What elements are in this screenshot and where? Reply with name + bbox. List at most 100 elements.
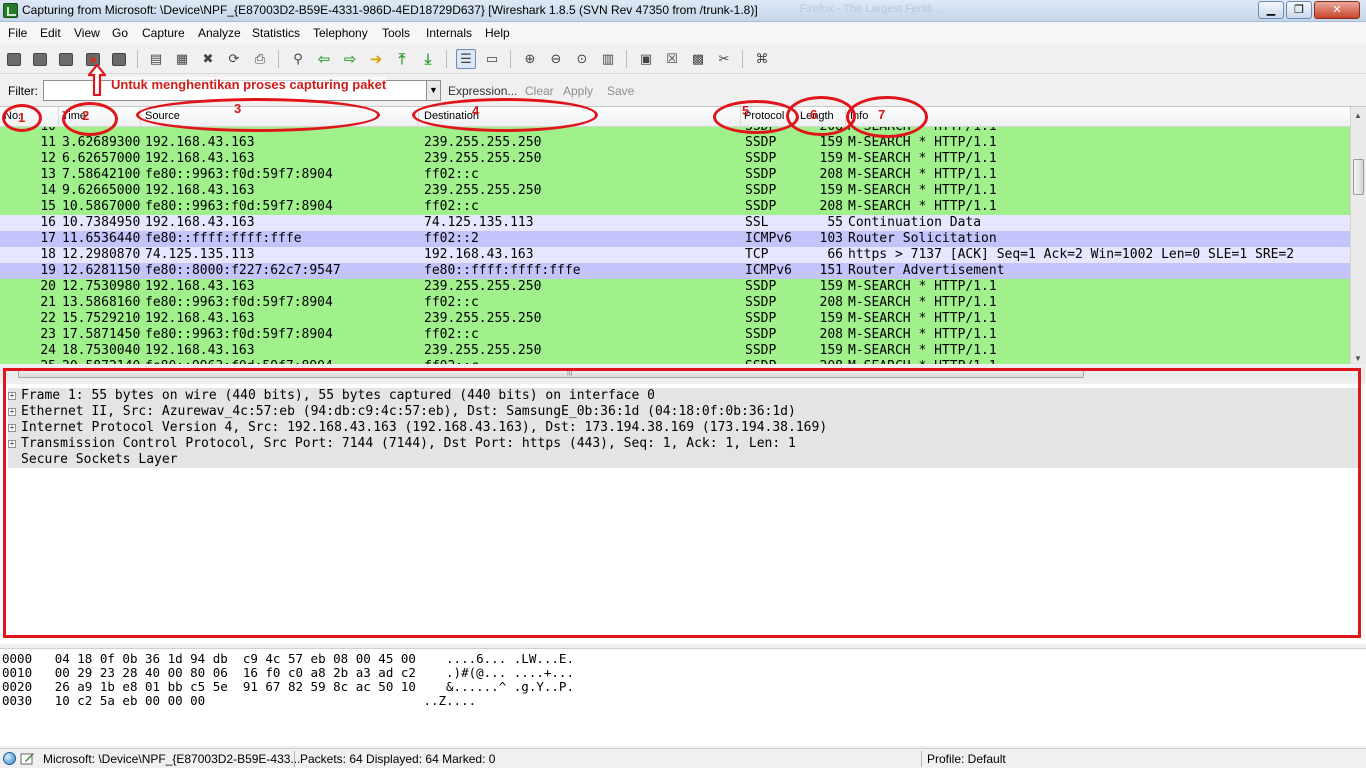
zoom-out-icon[interactable]: ⊖ [546, 49, 566, 69]
reload-icon[interactable]: ⟳ [224, 49, 244, 69]
packet-row[interactable]: 20 12.7530980 192.168.43.163 239.255.255.25… [0, 279, 1350, 295]
packet-source: 192.168.43.163 [145, 343, 255, 358]
go-last-icon[interactable]: ⤓ [418, 49, 438, 69]
menu-analyze[interactable]: Analyze [198, 26, 241, 40]
scroll-down-icon[interactable]: ▼ [1354, 354, 1362, 363]
packet-time: 13.5868160 [62, 295, 141, 310]
menu-file[interactable]: File [8, 26, 27, 40]
bytes-hex[interactable]: 00 29 23 28 40 00 80 06 16 f0 c0 a8 2b a… [55, 665, 416, 680]
menu-telephony[interactable]: Telephony [313, 26, 368, 40]
colorize-icon[interactable]: ☰ [456, 49, 476, 69]
start-capture-icon[interactable] [56, 49, 76, 69]
maximize-button[interactable]: ❐ [1286, 1, 1312, 19]
close-file-icon[interactable]: ✖ [198, 49, 218, 69]
packet-row[interactable]: 23 17.5871450 fe80::9963:f0d:59f7:8904 ff02… [0, 327, 1350, 343]
status-profile[interactable]: Profile: Default [927, 752, 1006, 766]
clear-button[interactable]: Clear [525, 84, 554, 98]
packet-row[interactable]: 15 10.5867000 fe80::9963:f0d:59f7:8904 ff02… [0, 199, 1350, 215]
packet-row[interactable]: 14 9.62665000 192.168.43.163 239.255.255.25… [0, 183, 1350, 199]
column-divider[interactable] [58, 107, 59, 127]
bytes-ascii[interactable]: &......^ .g.Y..P. [446, 679, 574, 694]
bytes-hex[interactable]: 26 a9 1b e8 01 bb c5 5e 91 67 82 59 8c a… [55, 679, 416, 694]
expression-button[interactable]: Expression... [448, 84, 517, 98]
restart-capture-icon[interactable] [109, 49, 129, 69]
scrollbar-thumb[interactable] [1353, 159, 1364, 195]
coloring-rules-icon[interactable]: ▩ [688, 49, 708, 69]
preferences-icon[interactable]: ✂ [714, 49, 734, 69]
packet-row[interactable]: 25 20.5872140 fe80::9963:f0d:59f7:8904 ff02… [0, 359, 1350, 364]
options-icon[interactable] [30, 49, 50, 69]
capture-filters-icon[interactable]: ▣ [636, 49, 656, 69]
packet-info: M-SEARCH * HTTP/1.1 [848, 199, 997, 214]
save-filter-button[interactable]: Save [607, 84, 634, 98]
bytes-ascii[interactable]: ..Z.... [423, 693, 476, 708]
packet-row[interactable]: 19 12.6281150 fe80::8000:f227:62c7:9547 fe8… [0, 263, 1350, 279]
go-back-icon[interactable]: ⇦ [314, 49, 334, 69]
menu-tools[interactable]: Tools [382, 26, 410, 40]
packet-protocol: SSDP [745, 295, 777, 310]
go-forward-icon[interactable]: ⇨ [340, 49, 360, 69]
menu-internals[interactable]: Internals [426, 26, 472, 40]
scroll-up-icon[interactable]: ▲ [1354, 111, 1362, 120]
annotation-number-7: 7 [878, 107, 886, 122]
annotation-number-4: 4 [472, 103, 480, 118]
capture-comment-icon[interactable] [20, 752, 35, 765]
packet-length: 159 [819, 279, 843, 294]
packet-row[interactable]: 21 13.5868160 fe80::9963:f0d:59f7:8904 ff02… [0, 295, 1350, 311]
menu-statistics[interactable]: Statistics [252, 26, 300, 40]
packet-row[interactable]: 16 10.7384950 192.168.43.163 74.125.135.113… [0, 215, 1350, 231]
packet-row[interactable]: 11 3.62689300 192.168.43.163 239.255.255.25… [0, 135, 1350, 151]
display-filters-icon[interactable]: ☒ [662, 49, 682, 69]
annotation-number-2: 2 [82, 108, 90, 123]
zoom-in-icon[interactable]: ⊕ [520, 49, 540, 69]
packet-row[interactable]: 13 7.58642100 fe80::9963:f0d:59f7:8904 ff02… [0, 167, 1350, 183]
packet-row[interactable]: 24 18.7530040 192.168.43.163 239.255.255.25… [0, 343, 1350, 359]
go-first-icon[interactable]: ⤒ [392, 49, 412, 69]
go-to-packet-icon[interactable]: ➜ [366, 49, 386, 69]
save-icon[interactable]: ▦ [172, 49, 192, 69]
annotation-number-6: 6 [810, 107, 818, 122]
menu-capture[interactable]: Capture [142, 26, 185, 40]
menu-go[interactable]: Go [112, 26, 128, 40]
packet-info: M-SEARCH * HTTP/1.1 [848, 151, 997, 166]
bytes-hex[interactable]: 04 18 0f 0b 36 1d 94 db c9 4c 57 eb 08 0… [55, 651, 416, 666]
resize-columns-icon[interactable]: ▥ [598, 49, 618, 69]
packet-time: 10.5867000 [62, 199, 141, 214]
packet-length: 208 [819, 327, 843, 342]
packet-bytes-pane[interactable]: 0000 04 18 0f 0b 36 1d 94 db c9 4c 57 eb… [0, 648, 1366, 746]
packet-protocol: ICMPv6 [745, 263, 792, 278]
autoscroll-icon[interactable]: ▭ [482, 49, 502, 69]
help-icon[interactable]: ⌘ [752, 49, 772, 69]
annotation-arrow-icon [88, 64, 106, 96]
open-icon[interactable]: ▤ [146, 49, 166, 69]
menu-view[interactable]: View [74, 26, 100, 40]
packet-list-scrollbar[interactable]: ▲ ▼ [1350, 107, 1366, 364]
filter-dropdown-button[interactable]: ▼ [426, 80, 441, 101]
packet-time: 9.62665000 [62, 183, 141, 198]
minimize-button[interactable]: ▁ [1258, 1, 1284, 19]
interfaces-icon[interactable] [4, 49, 24, 69]
packet-row[interactable]: 17 11.6536440 fe80::ffff:ffff:fffe ff02::2 I… [0, 231, 1350, 247]
expert-info-icon[interactable] [3, 752, 16, 765]
bytes-hex[interactable]: 10 c2 5a eb 00 00 00 [55, 693, 206, 708]
apply-button[interactable]: Apply [563, 84, 593, 98]
close-window-button[interactable]: ✕ [1314, 1, 1360, 19]
menu-help[interactable]: Help [485, 26, 510, 40]
packet-row[interactable]: 22 15.7529210 192.168.43.163 239.255.255.25… [0, 311, 1350, 327]
packet-destination: 239.255.255.250 [424, 151, 542, 166]
bytes-ascii[interactable]: .)#(@... ....+... [446, 665, 574, 680]
menu-edit[interactable]: Edit [40, 26, 61, 40]
find-icon[interactable]: ⚲ [288, 49, 308, 69]
packet-list-pane[interactable]: 10SSDP208M-SEARCH * HTTP/1.1113.62689300… [0, 106, 1366, 364]
packet-source: fe80::9963:f0d:59f7:8904 [145, 199, 333, 214]
print-icon[interactable]: ⎙ [250, 49, 270, 69]
packet-destination: 239.255.255.250 [424, 311, 542, 326]
packet-destination: 239.255.255.250 [424, 279, 542, 294]
packet-time: 12.6281150 [62, 263, 141, 278]
bytes-ascii[interactable]: ....6... .LW...E. [446, 651, 574, 666]
zoom-normal-icon[interactable]: ⊙ [572, 49, 592, 69]
packet-destination: 239.255.255.250 [424, 135, 542, 150]
packet-row[interactable]: 18 12.2980870 74.125.135.113 192.168.43.163… [0, 247, 1350, 263]
packet-protocol: SSDP [745, 279, 777, 294]
packet-row[interactable]: 12 6.62657000 192.168.43.163 239.255.255.25… [0, 151, 1350, 167]
